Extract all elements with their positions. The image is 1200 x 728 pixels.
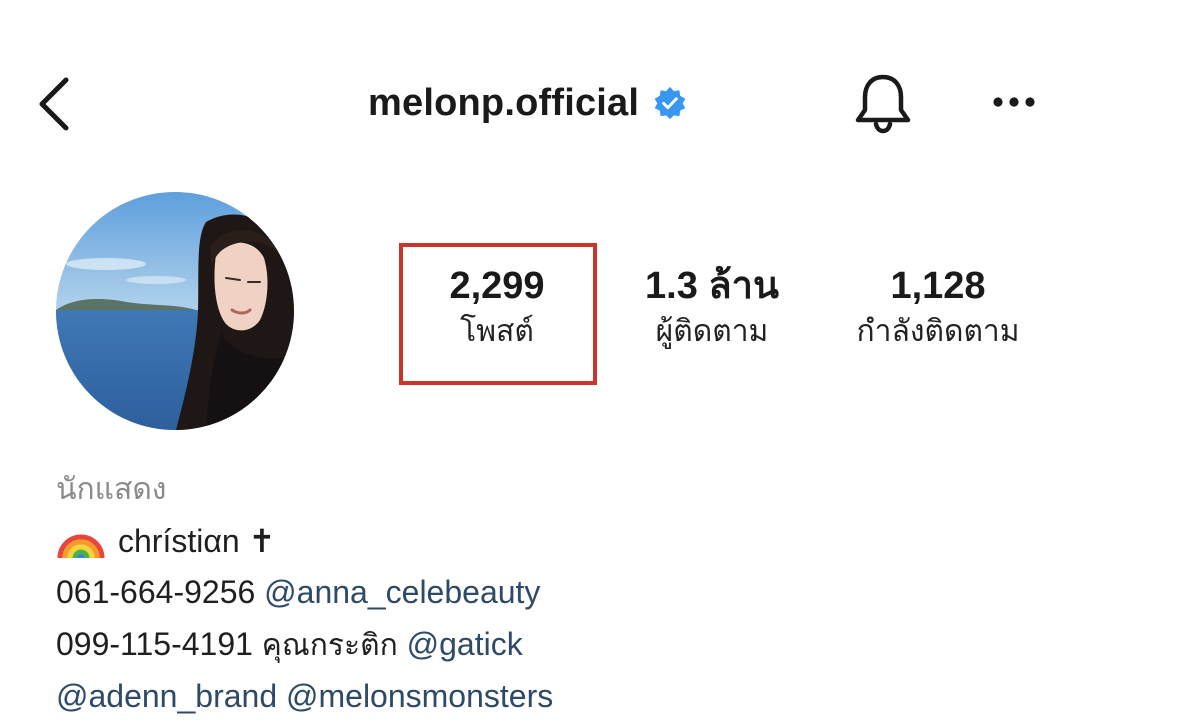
profile-bio: นักแสดง chrístiαn ✝ 061-664-9256 @anna_c… <box>56 462 1156 722</box>
back-button[interactable] <box>28 68 88 138</box>
chevron-left-icon <box>39 77 69 131</box>
bio-text-christian: chrístiαn ✝ <box>118 523 276 559</box>
more-options-button[interactable] <box>985 82 1045 122</box>
profile-avatar[interactable] <box>56 192 294 430</box>
mention-link[interactable]: @gatick <box>407 626 523 662</box>
bell-icon <box>855 74 911 134</box>
following-count[interactable]: 1,128 กำลังติดตาม <box>828 262 1048 354</box>
profile-title: melonp.official <box>368 74 687 132</box>
mention-link[interactable]: @anna_celebeauty <box>264 574 540 610</box>
profile-category: นักแสดง <box>56 472 167 507</box>
profile-header: melonp.official <box>0 0 1200 200</box>
followers-value: 1.3 ล้าน <box>645 265 779 307</box>
following-label: กำลังติดตาม <box>856 314 1020 349</box>
phone-number: 099-115-4191 <box>56 626 253 662</box>
username-title: melonp.official <box>368 81 640 124</box>
verified-badge-icon <box>654 86 686 120</box>
posts-count[interactable]: 2,299 โพสต์ <box>400 262 594 354</box>
followers-label: ผู้ติดตาม <box>655 314 769 349</box>
posts-value: 2,299 <box>449 265 545 307</box>
followers-count[interactable]: 1.3 ล้าน ผู้ติดตาม <box>612 262 812 354</box>
following-value: 1,128 <box>890 265 986 307</box>
phone-number: 061-664-9256 <box>56 574 256 610</box>
notifications-button[interactable] <box>850 70 916 136</box>
bio-contact-name: คุณกระติก <box>261 628 398 663</box>
avatar-photo <box>56 192 294 430</box>
mention-link[interactable]: @melonsmonsters <box>286 678 553 714</box>
rainbow-icon <box>57 534 105 559</box>
more-horizontal-icon <box>993 97 1035 107</box>
posts-label: โพสต์ <box>460 314 534 349</box>
mention-link[interactable]: @adenn_brand <box>56 678 277 714</box>
